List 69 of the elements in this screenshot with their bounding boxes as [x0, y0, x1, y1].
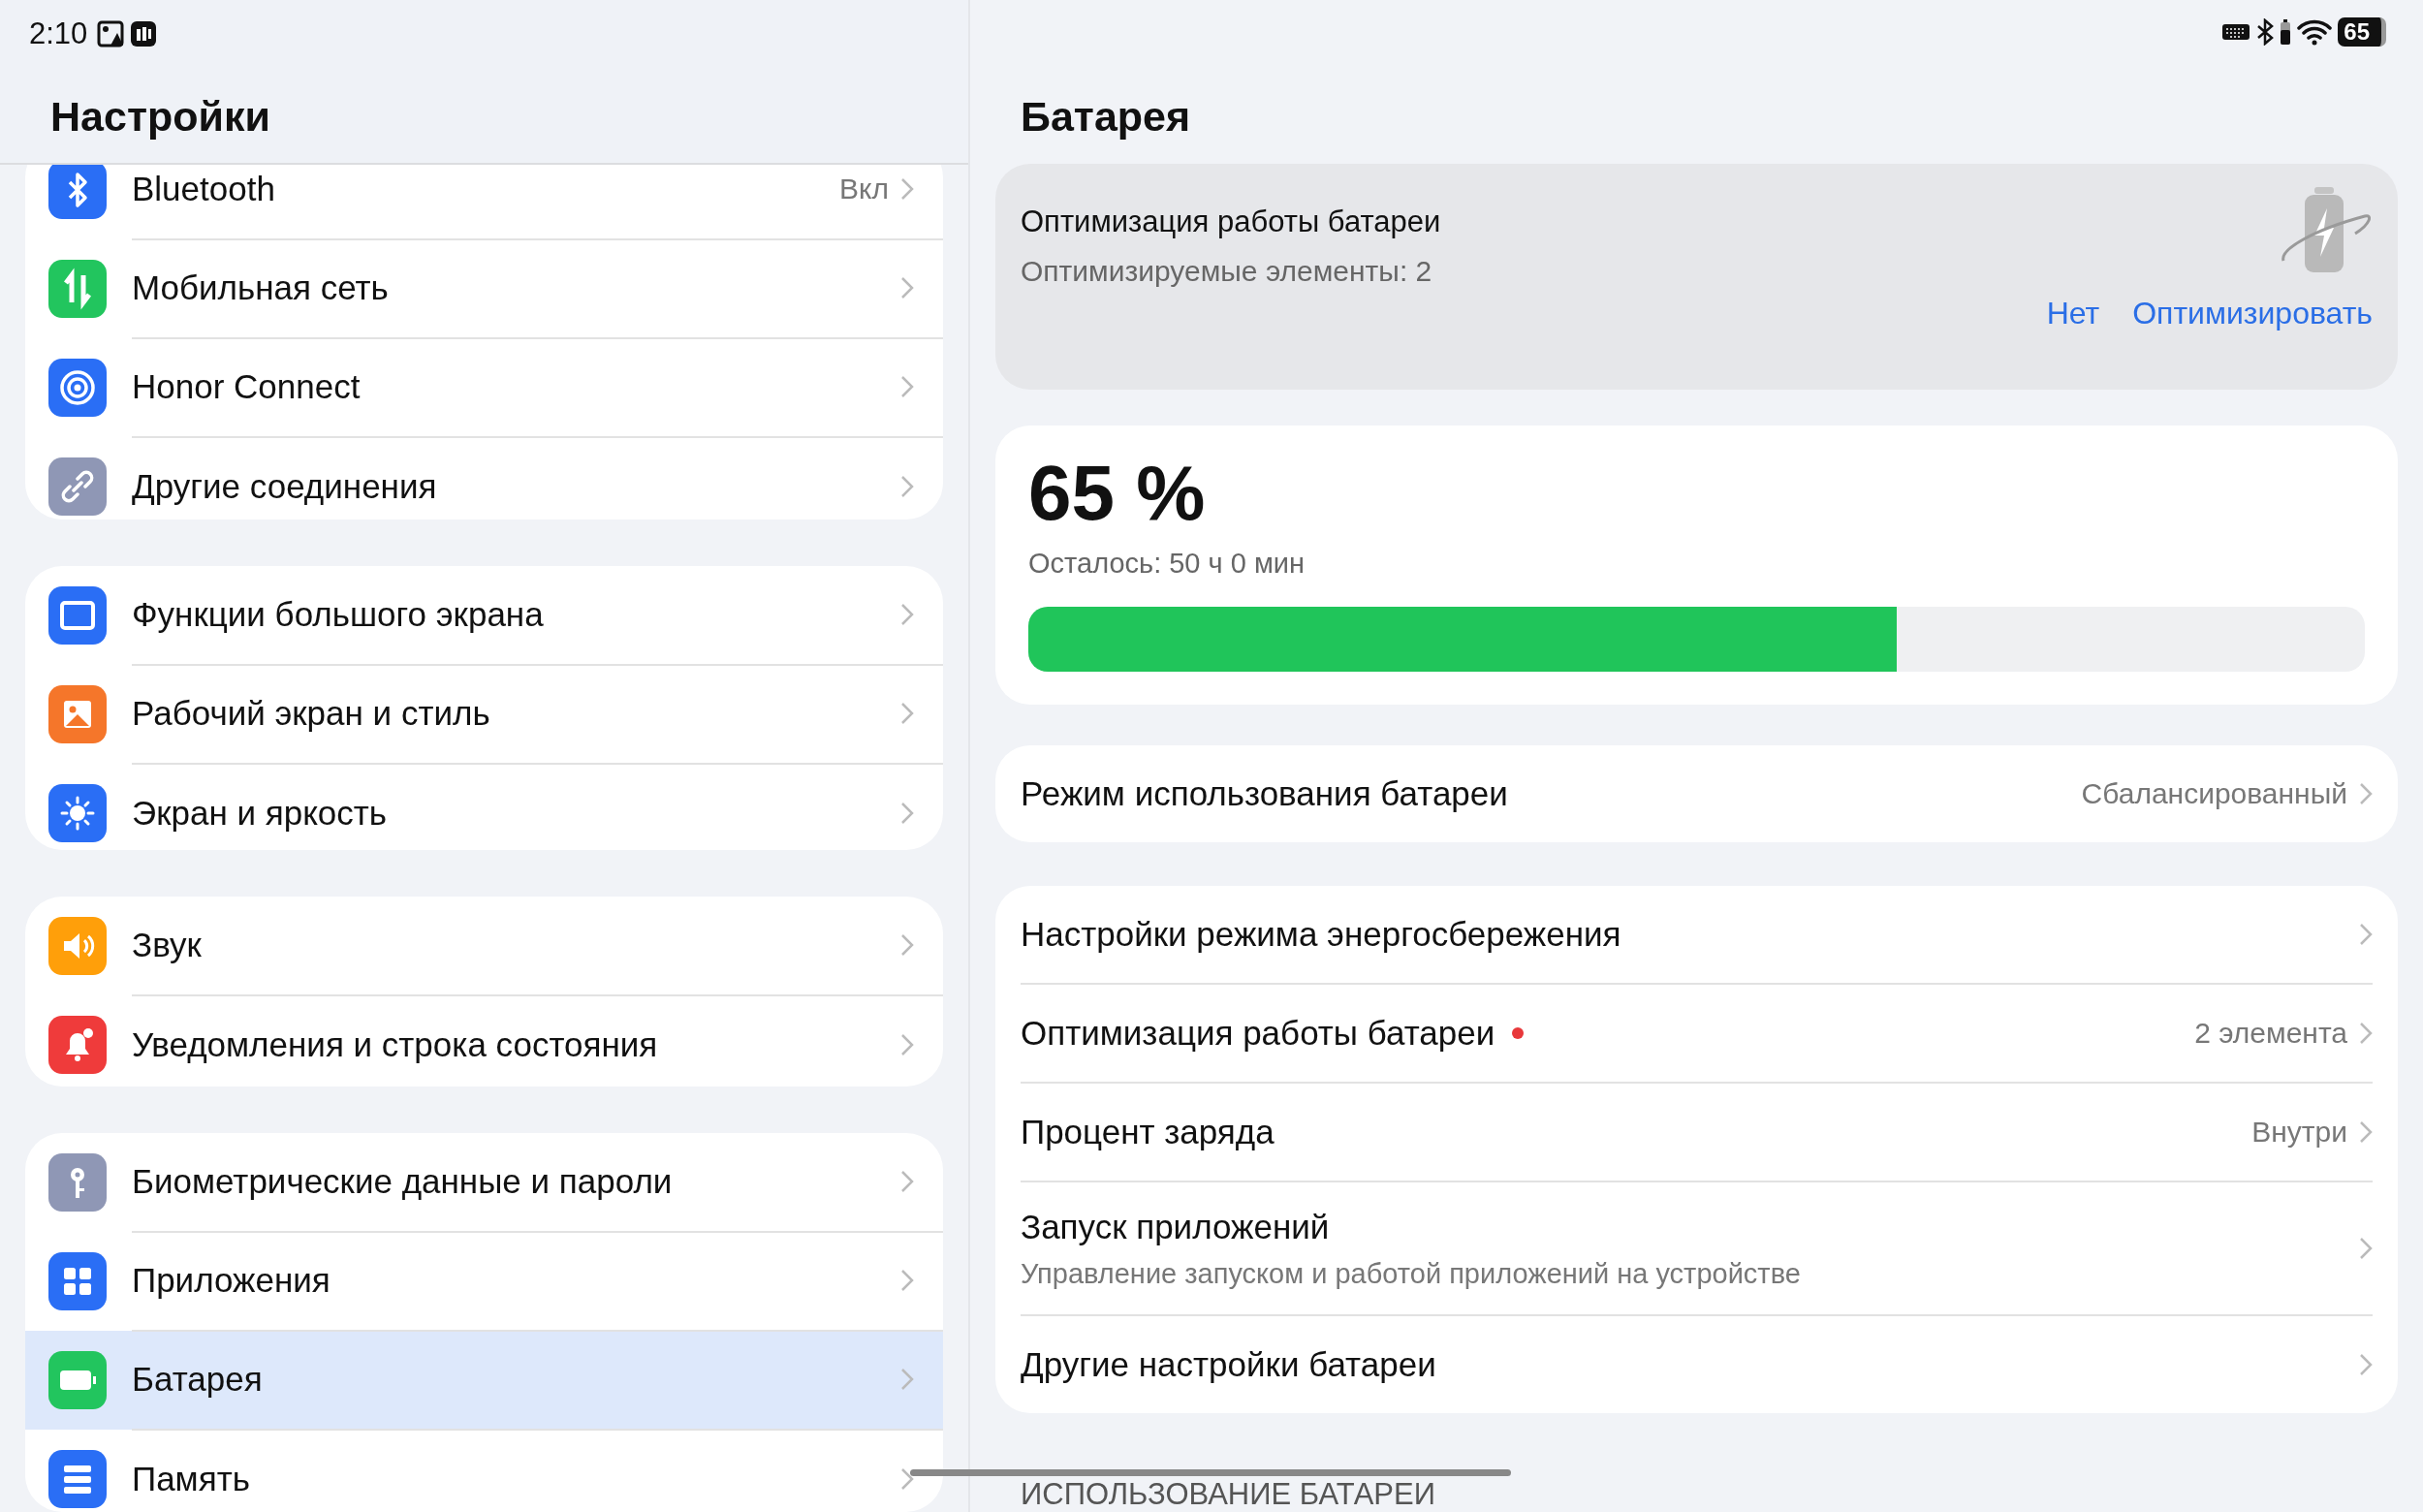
- settings-row[interactable]: Запуск приложений Управление запуском и работой приложений на устройстве: [1021, 1181, 2373, 1314]
- bluetooth-icon: [2256, 17, 2275, 46]
- chevron-icon: [900, 1033, 914, 1057]
- sidebar-item[interactable]: Bluetooth Вкл: [25, 165, 943, 239]
- status-value: Сбалансированный: [2081, 777, 2347, 810]
- optimization-subtitle: Оптимизируемые элементы: 2: [1021, 254, 1433, 288]
- text-button[interactable]: Нет: [2046, 291, 2100, 335]
- chevron-icon: [900, 603, 914, 627]
- arrows-icon: [48, 260, 107, 318]
- row-description: Управление запуском и работой приложений на устройстве: [1021, 1257, 1802, 1290]
- settings-row[interactable]: Настройки режима энергосбережения: [1021, 886, 2373, 983]
- chevron-icon: [900, 375, 914, 398]
- settings-row[interactable]: Процент заряда Внутри: [1021, 1082, 2373, 1181]
- chevron-icon: [900, 177, 914, 201]
- sidebar-item[interactable]: Память: [25, 1429, 943, 1512]
- sidebar-item[interactable]: Функции большого экрана: [25, 566, 943, 666]
- chevron-icon: [900, 1466, 914, 1491]
- chevron-icon: [900, 276, 914, 299]
- chevron-icon: [900, 933, 914, 958]
- battery-percent: 65 %: [1028, 455, 1207, 532]
- chevron-icon: [2359, 923, 2373, 946]
- remaining-time: Осталось: 50 ч 0 мин: [1028, 548, 1306, 580]
- status-value: 2 элемента: [2194, 1017, 2347, 1050]
- optimization-title: Оптимизация работы батареи: [1021, 204, 1441, 239]
- sidebar-item[interactable]: Рабочий экран и стиль: [25, 665, 943, 765]
- battery-indicator: 65: [2338, 16, 2386, 47]
- key-icon: [48, 1152, 107, 1212]
- page-title: Батарея: [1020, 91, 1192, 142]
- chevron-icon: [2359, 1237, 2373, 1260]
- wifi-icon: [2297, 17, 2333, 46]
- chevron-icon: [900, 1367, 914, 1391]
- keyboard-icon: [2221, 21, 2251, 42]
- status-value: Вкл: [839, 173, 889, 205]
- link-icon: [48, 457, 107, 516]
- grid-icon: [48, 1251, 107, 1310]
- sidebar-item[interactable]: Honor Connect: [25, 338, 943, 437]
- chevron-icon: [900, 475, 914, 498]
- app-icon: [130, 20, 158, 47]
- chevron-icon: [2359, 1022, 2373, 1045]
- chevron-icon: [900, 802, 914, 826]
- chevron-icon: [2359, 1120, 2373, 1144]
- stylus-battery-icon: [2280, 17, 2292, 46]
- sidebar-item[interactable]: Мобильная сеть: [25, 239, 943, 338]
- settings-title: Настройки: [49, 92, 271, 141]
- status-time: 2:10: [29, 16, 88, 51]
- sidebar-item[interactable]: Уведомления и строка состояния: [25, 995, 943, 1087]
- screen-icon: [48, 586, 107, 646]
- settings-row[interactable]: Другие настройки батареи: [1021, 1314, 2373, 1413]
- sidebar-item[interactable]: Биометрические данные и пароли: [25, 1132, 943, 1232]
- section-header: ИСПОЛЬЗОВАНИЕ БАТАРЕИ: [1021, 1477, 1435, 1512]
- battery-icon: [48, 1350, 107, 1409]
- sidebar-item[interactable]: Звук: [25, 897, 943, 996]
- rings-icon: [48, 359, 107, 417]
- sidebar-item[interactable]: Экран и яркость: [25, 764, 943, 851]
- chevron-icon: [2359, 782, 2373, 805]
- storage-icon: [48, 1449, 107, 1508]
- sun-icon: [48, 784, 107, 843]
- chevron-icon: [900, 1268, 914, 1292]
- sidebar-item[interactable]: Батарея: [25, 1330, 943, 1430]
- settings-row[interactable]: Оптимизация работы батареи 2 элемента: [1021, 983, 2373, 1082]
- bell-icon: [48, 1016, 107, 1075]
- image-icon: [48, 685, 107, 744]
- status-value: Внутри: [2251, 1116, 2347, 1149]
- chevron-icon: [900, 702, 914, 726]
- text-button[interactable]: Оптимизировать: [2132, 291, 2373, 335]
- chevron-icon: [900, 1169, 914, 1193]
- sidebar-item[interactable]: Другие соединения: [25, 437, 943, 520]
- chevron-icon: [2359, 1353, 2373, 1376]
- speaker-icon: [48, 917, 107, 976]
